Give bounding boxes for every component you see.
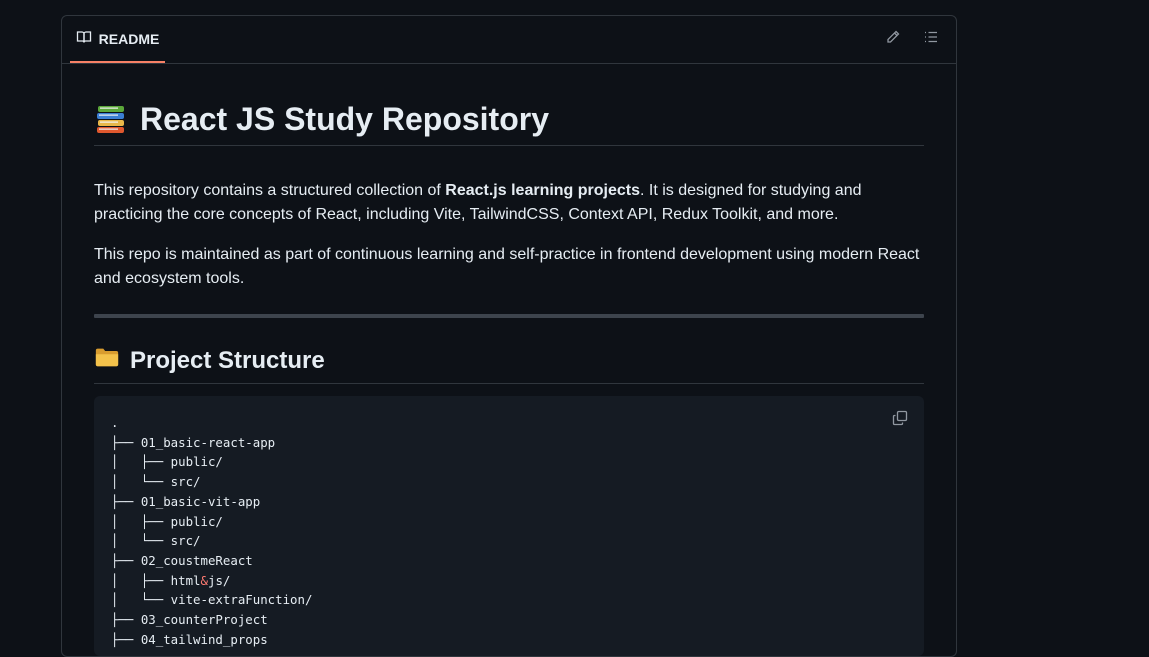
copy-icon	[892, 410, 908, 430]
tree-line: .	[111, 415, 119, 430]
readme-tab-label: README	[98, 30, 160, 47]
code-block: . ├── 01_basic-react-app │ ├── public/ │ └─…	[94, 396, 924, 656]
project-tree: . ├── 01_basic-react-app │ ├── public/ │ └─…	[111, 413, 312, 649]
tree-line: │ └── src/	[111, 533, 201, 549]
tree-line: ├── 04_tailwind_props	[111, 631, 268, 647]
books-icon	[94, 102, 128, 136]
tree-line-text: │ ├── html	[111, 572, 201, 588]
readme-header: README	[62, 16, 956, 64]
intro-bold: React.js learning projects	[445, 182, 641, 199]
book-icon	[76, 29, 92, 48]
intro-paragraph: This repository contains a structured co…	[94, 179, 924, 227]
copy-button[interactable]	[892, 410, 910, 428]
outline-button[interactable]	[922, 30, 940, 48]
maintained-paragraph: This repo is maintained as part of conti…	[94, 246, 920, 287]
section-title-text: Project Structure	[130, 347, 325, 374]
readme-tab[interactable]: README	[70, 16, 165, 63]
tree-line: ├── 01_basic-react-app	[111, 434, 276, 450]
tree-line: ├── 01_basic-vit-app	[111, 493, 261, 509]
tree-line: │ ├── public/	[111, 513, 223, 529]
tree-line: │ ├── html&js/	[111, 571, 312, 591]
edit-button[interactable]	[884, 30, 902, 48]
tree-line: │ ├── public/	[111, 454, 223, 470]
tree-line: │ └── vite-extraFunction/	[111, 592, 313, 608]
section-title: Project Structure	[94, 344, 924, 384]
tree-line: ├── 03_counterProject	[111, 612, 268, 628]
folder-icon	[94, 344, 120, 378]
tree-ampersand: &	[200, 572, 208, 588]
readme-box: README React JS Study Repository This re…	[61, 15, 957, 657]
tree-line: │ └── src/	[111, 474, 201, 490]
pencil-icon	[885, 29, 901, 50]
tree-line-text: js/	[208, 572, 231, 588]
tree-line: ├── 02_coustmeReact	[111, 552, 253, 568]
list-icon	[923, 29, 939, 50]
page-title: React JS Study Repository	[94, 100, 924, 146]
horizontal-rule	[94, 314, 924, 318]
intro-text-start: This repository contains a structured co…	[94, 182, 446, 199]
page-title-text: React JS Study Repository	[140, 101, 549, 137]
